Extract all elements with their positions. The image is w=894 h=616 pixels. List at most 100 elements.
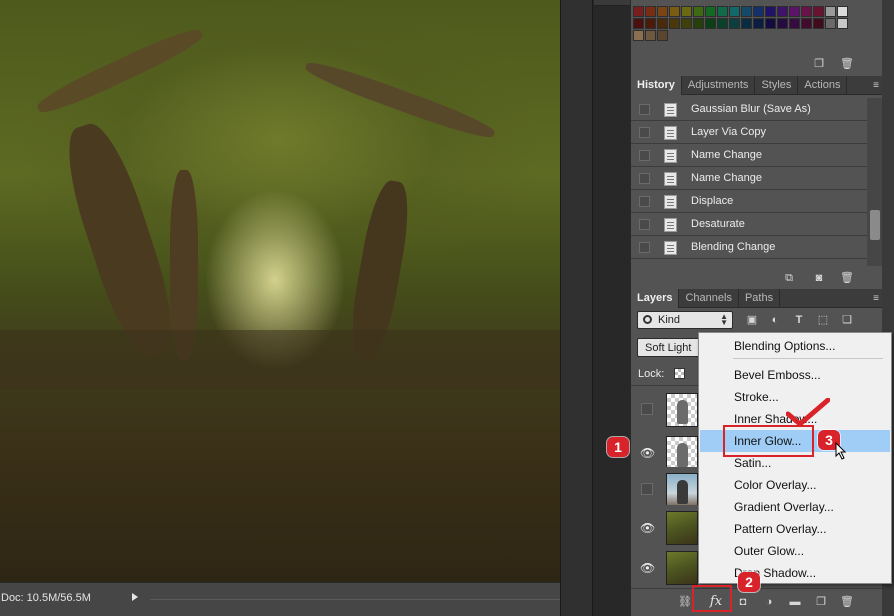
new-group-icon[interactable]: ▬: [787, 594, 803, 610]
color-swatch[interactable]: [681, 6, 692, 17]
history-state-icon: [664, 172, 677, 186]
color-swatch[interactable]: [837, 18, 848, 29]
color-swatch[interactable]: [813, 18, 824, 29]
history-item-label: Blending Change: [691, 241, 776, 253]
menu-item-gradient-overlay[interactable]: Gradient Overlay...: [700, 496, 890, 518]
color-swatch[interactable]: [693, 6, 704, 17]
filter-shape-icon[interactable]: ⬚: [815, 312, 831, 328]
history-snapshot-checkbox[interactable]: [639, 150, 650, 161]
new-snapshot-icon[interactable]: ◙: [811, 270, 827, 286]
delete-layer-icon[interactable]: 🗑: [839, 594, 855, 610]
tab-styles[interactable]: Styles: [755, 76, 799, 95]
link-layers-icon[interactable]: ⛓: [677, 594, 693, 610]
filter-smartobject-icon[interactable]: ❏: [839, 312, 855, 328]
color-swatch[interactable]: [693, 18, 704, 29]
menu-item-bevel-emboss[interactable]: Bevel Emboss...: [700, 364, 890, 386]
color-swatch[interactable]: [753, 6, 764, 17]
history-item[interactable]: Layer Via Copy: [631, 121, 867, 144]
color-swatch[interactable]: [801, 18, 812, 29]
color-swatch[interactable]: [657, 6, 668, 17]
tab-channels[interactable]: Channels: [679, 289, 739, 308]
menu-item-pattern-overlay[interactable]: Pattern Overlay...: [700, 518, 890, 540]
color-swatch[interactable]: [813, 6, 824, 17]
tab-layers[interactable]: Layers: [631, 289, 680, 308]
color-swatch[interactable]: [741, 18, 752, 29]
new-swatch-icon[interactable]: ❐: [811, 56, 827, 72]
add-mask-icon[interactable]: ◘: [735, 594, 751, 610]
new-document-from-state-icon[interactable]: ⧉: [781, 270, 797, 286]
history-snapshot-checkbox[interactable]: [639, 219, 650, 230]
panel-menu-icon[interactable]: ≡: [873, 80, 879, 91]
visibility-toggle-empty[interactable]: [641, 403, 653, 415]
tab-actions[interactable]: Actions: [798, 76, 848, 95]
tab-adjustments[interactable]: Adjustments: [682, 76, 756, 95]
history-scrollbar[interactable]: [867, 98, 883, 266]
color-swatch[interactable]: [777, 6, 788, 17]
visibility-toggle-empty[interactable]: [641, 483, 653, 495]
color-swatch[interactable]: [729, 6, 740, 17]
color-swatch[interactable]: [645, 30, 656, 41]
color-swatch[interactable]: [633, 18, 644, 29]
history-item[interactable]: Blending Change: [631, 236, 867, 259]
color-swatch[interactable]: [717, 18, 728, 29]
color-swatch[interactable]: [633, 6, 644, 17]
delete-state-icon[interactable]: 🗑: [839, 270, 855, 286]
eye-icon[interactable]: 👁: [640, 521, 655, 535]
history-item[interactable]: Desaturate: [631, 213, 867, 236]
history-item[interactable]: Gaussian Blur (Save As): [631, 98, 867, 121]
color-swatch[interactable]: [705, 6, 716, 17]
color-swatch[interactable]: [765, 6, 776, 17]
color-swatch[interactable]: [801, 6, 812, 17]
tab-paths[interactable]: Paths: [739, 289, 781, 308]
color-swatch[interactable]: [669, 18, 680, 29]
scrollbar-horizontal[interactable]: [150, 599, 560, 600]
color-swatch[interactable]: [789, 18, 800, 29]
color-swatch[interactable]: [669, 6, 680, 17]
scrollbar-thumb[interactable]: [870, 210, 880, 240]
new-layer-icon[interactable]: ❐: [813, 594, 829, 610]
tab-history[interactable]: History: [631, 76, 682, 95]
color-swatch[interactable]: [825, 18, 836, 29]
updown-arrows-icon: ▲ ▼: [720, 312, 728, 327]
status-menu-arrow-icon[interactable]: [132, 593, 138, 601]
color-swatch[interactable]: [681, 18, 692, 29]
color-swatch[interactable]: [753, 18, 764, 29]
history-snapshot-checkbox[interactable]: [639, 104, 650, 115]
color-swatch[interactable]: [657, 18, 668, 29]
color-swatch[interactable]: [765, 18, 776, 29]
layer-filter-select[interactable]: Kind ▲ ▼: [637, 311, 733, 329]
delete-swatch-icon[interactable]: 🗑: [839, 56, 855, 72]
color-swatch[interactable]: [645, 6, 656, 17]
color-swatch[interactable]: [705, 18, 716, 29]
lock-transparent-pixels-icon[interactable]: [674, 368, 685, 379]
color-swatch[interactable]: [645, 18, 656, 29]
color-swatch[interactable]: [825, 6, 836, 17]
color-swatch[interactable]: [777, 18, 788, 29]
filter-type-icon[interactable]: T: [791, 312, 807, 328]
new-adjustment-layer-icon[interactable]: ◑: [761, 594, 777, 610]
history-item[interactable]: Name Change: [631, 167, 867, 190]
color-swatch[interactable]: [657, 30, 668, 41]
history-item[interactable]: Name Change: [631, 144, 867, 167]
menu-item-drop-shadow[interactable]: Drop Shadow...: [700, 562, 890, 584]
color-swatch[interactable]: [633, 30, 644, 41]
menu-item-blending-options[interactable]: Blending Options...: [700, 335, 890, 357]
document-canvas[interactable]: [0, 0, 560, 582]
color-swatch[interactable]: [837, 6, 848, 17]
color-swatch[interactable]: [741, 6, 752, 17]
history-snapshot-checkbox[interactable]: [639, 127, 650, 138]
history-snapshot-checkbox[interactable]: [639, 242, 650, 253]
filter-adjustment-icon[interactable]: ◐: [767, 312, 783, 328]
history-snapshot-checkbox[interactable]: [639, 173, 650, 184]
panel-menu-icon[interactable]: ≡: [873, 293, 879, 304]
history-snapshot-checkbox[interactable]: [639, 196, 650, 207]
history-item[interactable]: Displace: [631, 190, 867, 213]
color-swatch[interactable]: [717, 6, 728, 17]
eye-icon[interactable]: 👁: [640, 561, 655, 575]
color-swatch[interactable]: [789, 6, 800, 17]
filter-pixel-icon[interactable]: ▣: [744, 312, 760, 328]
eye-icon[interactable]: 👁: [640, 446, 655, 460]
menu-item-color-overlay[interactable]: Color Overlay...: [700, 474, 890, 496]
menu-item-outer-glow[interactable]: Outer Glow...: [700, 540, 890, 562]
color-swatch[interactable]: [729, 18, 740, 29]
